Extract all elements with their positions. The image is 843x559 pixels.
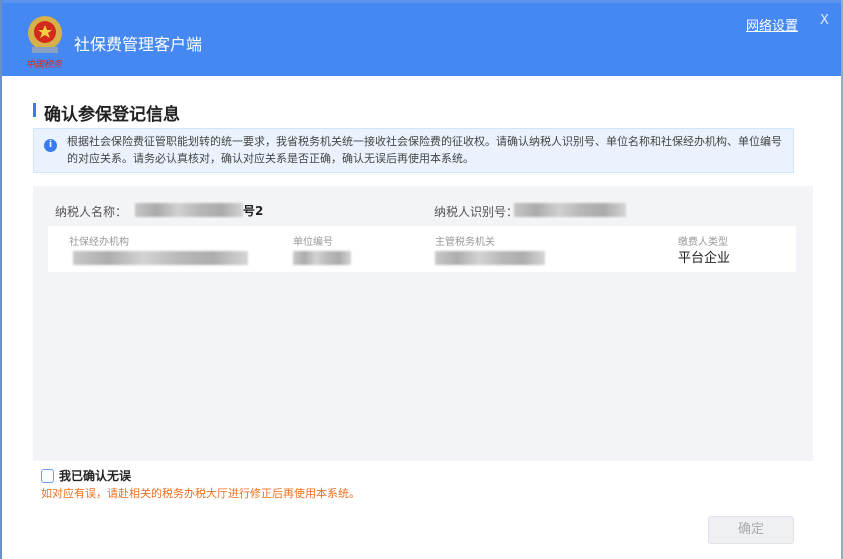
network-settings-link[interactable]: 网络设置 xyxy=(746,15,798,34)
page-title: 确认参保登记信息 xyxy=(44,105,180,125)
taxpayer-name-suffix: 号2 xyxy=(243,204,264,218)
title-bar: 中国税务 社保费管理客户端 网络设置 X xyxy=(2,0,841,76)
confirm-checkbox-label: 我已确认无误 xyxy=(59,469,132,483)
tax-emblem-logo: 中国税务 xyxy=(26,16,63,70)
taxpayer-name-redacted xyxy=(135,203,243,217)
payer-type-value: 平台企业 xyxy=(678,251,731,266)
registration-panel: 纳税人名称： 号2 纳税人识别号： 社保经办机构 单位编号 主管税务机关 缴费人… xyxy=(33,186,813,461)
app-title: 社保费管理客户端 xyxy=(74,35,203,54)
tax-authority-redacted xyxy=(435,251,545,265)
confirm-button[interactable]: 确定 xyxy=(708,516,794,544)
close-icon[interactable]: X xyxy=(820,13,829,28)
notice-box: i 根据社会保险费征管职能划转的统一要求，我省税务机关统一接收社会保险费的征收权… xyxy=(33,128,794,173)
social-agency-redacted xyxy=(73,251,248,265)
header-payer-type: 缴费人类型 xyxy=(678,237,728,248)
registration-card: 社保经办机构 单位编号 主管税务机关 缴费人类型 平台企业 xyxy=(48,226,796,272)
notice-text: 根据社会保险费征管职能划转的统一要求，我省税务机关统一接收社会保险费的征收权。请… xyxy=(67,135,782,165)
header-unit-number: 单位编号 xyxy=(293,237,333,248)
warning-text: 如对应有误，请赴相关的税务办税大厅进行修正后再使用本系统。 xyxy=(41,487,360,500)
svg-text:中国税务: 中国税务 xyxy=(26,59,63,70)
unit-number-redacted xyxy=(293,251,351,265)
checkbox-box[interactable] xyxy=(41,468,54,483)
header-social-agency: 社保经办机构 xyxy=(69,237,129,248)
title-accent xyxy=(33,103,36,117)
header-tax-authority: 主管税务机关 xyxy=(435,237,495,248)
info-icon: i xyxy=(44,139,57,152)
taxpayer-id-redacted xyxy=(514,203,626,217)
taxpayer-name-label: 纳税人名称： xyxy=(55,205,128,219)
confirm-checkbox[interactable]: 我已确认无误 xyxy=(41,467,131,484)
taxpayer-id-label: 纳税人识别号： xyxy=(434,205,519,219)
